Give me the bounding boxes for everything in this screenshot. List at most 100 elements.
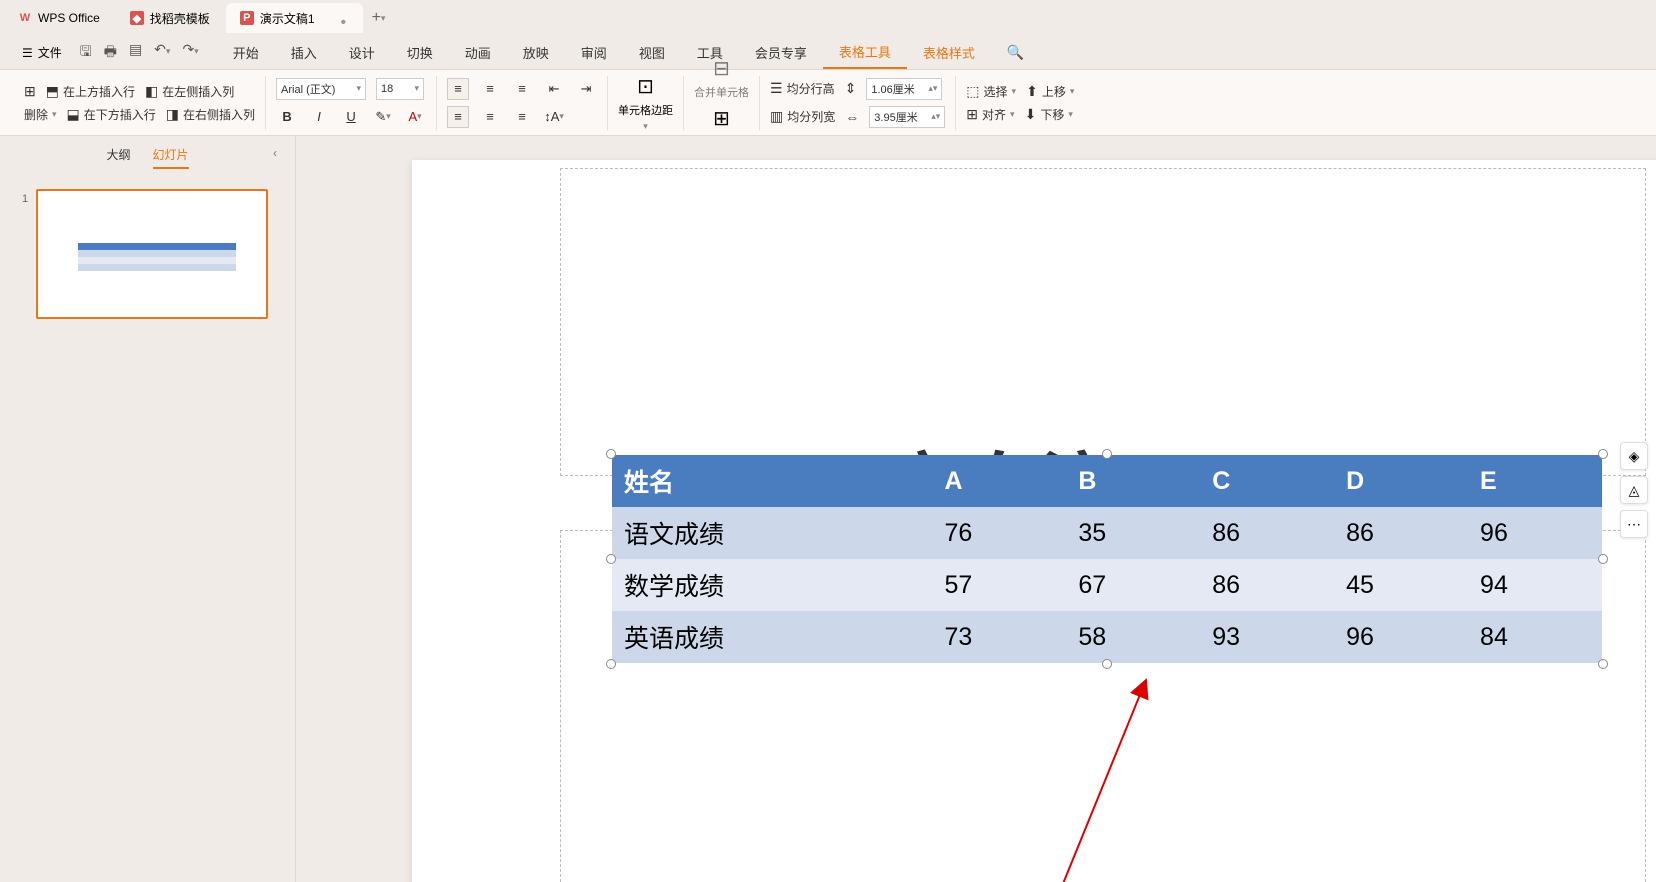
- menu-slideshow[interactable]: 放映: [507, 37, 565, 68]
- cell-margin-button[interactable]: ⊡ 单元格边距▾: [618, 74, 673, 132]
- more-button[interactable]: ⋯: [1620, 510, 1648, 538]
- cell[interactable]: 67: [1066, 559, 1200, 611]
- cell[interactable]: 93: [1200, 611, 1334, 663]
- align-top-left[interactable]: ≡: [447, 78, 469, 100]
- close-tab-icon[interactable]: •: [341, 14, 349, 22]
- resize-handle[interactable]: [1102, 449, 1112, 459]
- align-top-center[interactable]: ≡: [479, 78, 501, 100]
- document-tab[interactable]: P 演示文稿1 •: [226, 3, 363, 33]
- indent-increase[interactable]: ⇥: [575, 78, 597, 100]
- cell[interactable]: 84: [1468, 611, 1602, 663]
- indent-decrease[interactable]: ⇤: [543, 78, 565, 100]
- text-direction[interactable]: ↕A▾: [543, 106, 565, 128]
- col-width-input[interactable]: 3.95厘米▴▾: [869, 106, 945, 128]
- cell[interactable]: 58: [1066, 611, 1200, 663]
- canvas[interactable]: 空白演示 姓名 A B C D E 语文成绩 76: [296, 136, 1656, 882]
- resize-handle[interactable]: [1102, 659, 1112, 669]
- app-tab[interactable]: W WPS Office: [4, 3, 114, 33]
- layers-button[interactable]: ◈: [1620, 442, 1648, 470]
- style-button[interactable]: ◬: [1620, 476, 1648, 504]
- resize-handle[interactable]: [1598, 554, 1608, 564]
- menu-table-style[interactable]: 表格样式: [907, 37, 991, 68]
- italic-button[interactable]: I: [308, 106, 330, 128]
- menu-table-tools[interactable]: 表格工具: [823, 36, 907, 69]
- redo-icon[interactable]: ↷▾: [182, 41, 198, 65]
- resize-handle[interactable]: [606, 659, 616, 669]
- align-mid-center[interactable]: ≡: [479, 106, 501, 128]
- cell[interactable]: 96: [1468, 507, 1602, 559]
- font-size-select[interactable]: 18▾: [376, 78, 424, 100]
- cell[interactable]: 35: [1066, 507, 1200, 559]
- menu-insert[interactable]: 插入: [275, 37, 333, 68]
- menu-start[interactable]: 开始: [217, 37, 275, 68]
- search-icon[interactable]: 🔍: [1007, 44, 1024, 61]
- slide-thumbnail-1[interactable]: [36, 189, 268, 319]
- resize-handle[interactable]: [606, 554, 616, 564]
- th-3[interactable]: C: [1200, 455, 1334, 507]
- bold-button[interactable]: B: [276, 106, 298, 128]
- font-color-button[interactable]: A▾: [404, 106, 426, 128]
- slide[interactable]: 空白演示 姓名 A B C D E 语文成绩 76: [412, 160, 1656, 882]
- align-button[interactable]: ⊞对齐▾: [966, 106, 1014, 123]
- th-5[interactable]: E: [1468, 455, 1602, 507]
- insert-row-above[interactable]: ⬒在上方插入行: [46, 83, 135, 100]
- cell[interactable]: 86: [1334, 507, 1468, 559]
- menu-bar: ☰ 文件 🖫 🖶 ▤ ↶▾ ↷▾ 开始 插入 设计 切换 动画 放映 审阅 视图…: [0, 36, 1656, 70]
- cell[interactable]: 数学成绩: [612, 559, 932, 611]
- cell[interactable]: 94: [1468, 559, 1602, 611]
- th-0[interactable]: 姓名: [612, 455, 932, 507]
- menu-transition[interactable]: 切换: [391, 37, 449, 68]
- cell[interactable]: 86: [1200, 559, 1334, 611]
- data-table[interactable]: 姓名 A B C D E 语文成绩 76 35 86 86: [612, 455, 1602, 663]
- menu-design[interactable]: 设计: [333, 37, 391, 68]
- cell[interactable]: 57: [932, 559, 1066, 611]
- cell[interactable]: 76: [932, 507, 1066, 559]
- align-mid-right[interactable]: ≡: [511, 106, 533, 128]
- template-tab[interactable]: ◆ 找稻壳模板: [116, 3, 224, 33]
- file-menu[interactable]: ☰ 文件: [14, 40, 70, 65]
- resize-handle[interactable]: [1598, 449, 1608, 459]
- select-button[interactable]: ⬚选择▾: [966, 83, 1016, 100]
- underline-button[interactable]: U: [340, 106, 362, 128]
- print-preview-icon[interactable]: ▤: [129, 41, 142, 65]
- distribute-rows[interactable]: ☰均分行高: [770, 80, 835, 97]
- new-tab-button[interactable]: +▾: [365, 4, 393, 32]
- cell[interactable]: 73: [932, 611, 1066, 663]
- save-icon[interactable]: 🖫: [80, 41, 92, 65]
- align-mid-left[interactable]: ≡: [447, 106, 469, 128]
- undo-icon[interactable]: ↶▾: [154, 41, 170, 65]
- table-row: 数学成绩 57 67 86 45 94: [612, 559, 1602, 611]
- cell[interactable]: 语文成绩: [612, 507, 932, 559]
- cell[interactable]: 英语成绩: [612, 611, 932, 663]
- highlight-button[interactable]: ✎▾: [372, 106, 394, 128]
- resize-handle[interactable]: [606, 449, 616, 459]
- menu-member[interactable]: 会员专享: [739, 37, 823, 68]
- menu-view[interactable]: 视图: [623, 37, 681, 68]
- cell[interactable]: 86: [1200, 507, 1334, 559]
- print-icon[interactable]: 🖶: [104, 41, 117, 65]
- insert-col-left[interactable]: ◧在左侧插入列: [145, 83, 234, 100]
- th-1[interactable]: A: [932, 455, 1066, 507]
- selected-table[interactable]: 姓名 A B C D E 语文成绩 76 35 86 86: [612, 455, 1602, 663]
- th-4[interactable]: D: [1334, 455, 1468, 507]
- row-height-input[interactable]: 1.06厘米▴▾: [866, 78, 942, 100]
- menu-review[interactable]: 审阅: [565, 37, 623, 68]
- distribute-cols[interactable]: ▥均分列宽: [770, 108, 835, 125]
- collapse-panel-icon[interactable]: ‹: [273, 146, 277, 160]
- font-name-select[interactable]: Arial (正文)▾: [276, 78, 366, 100]
- th-2[interactable]: B: [1066, 455, 1200, 507]
- align-top-right[interactable]: ≡: [511, 78, 533, 100]
- cell[interactable]: 45: [1334, 559, 1468, 611]
- menu-animation[interactable]: 动画: [449, 37, 507, 68]
- outline-tab[interactable]: 大纲: [106, 146, 130, 169]
- merge-cells-button[interactable]: ⊟ 合并单元格: [694, 56, 749, 100]
- move-up-button[interactable]: ⬆上移▾: [1026, 83, 1074, 100]
- insert-col-right[interactable]: ◨在右侧插入列: [166, 106, 255, 123]
- delete-button[interactable]: ⊞: [24, 83, 36, 100]
- slides-tab[interactable]: 幻灯片: [153, 146, 189, 169]
- cell[interactable]: 96: [1334, 611, 1468, 663]
- move-down-button[interactable]: ⬇下移▾: [1025, 106, 1073, 123]
- resize-handle[interactable]: [1598, 659, 1608, 669]
- insert-row-below[interactable]: ⬓在下方插入行: [67, 106, 156, 123]
- delete-label[interactable]: 删除▾: [24, 106, 57, 123]
